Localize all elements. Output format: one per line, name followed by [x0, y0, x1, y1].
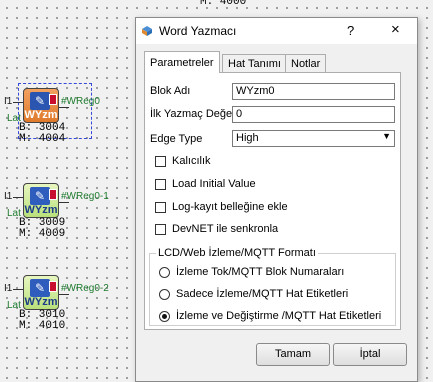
edit-icon: ✎ — [30, 92, 50, 110]
block-output-tag[interactable]: #WReg0-1 — [61, 191, 109, 202]
pin-i1-label[interactable]: I1 — [4, 283, 12, 294]
pin-i1-label[interactable]: I1 — [4, 96, 12, 107]
edit-icon: ✎ — [30, 187, 50, 205]
close-button[interactable]: × — [391, 21, 400, 38]
block-m-address: M: 4004 — [19, 133, 66, 145]
edit-icon: ✎ — [30, 279, 50, 297]
canvas-top-label: M: 4000 — [200, 0, 247, 8]
ilk-yazmac-input[interactable]: 0 — [232, 106, 395, 123]
cancel-button[interactable]: İptal — [333, 343, 407, 366]
radio-dot-selected[interactable] — [159, 311, 170, 322]
block-m-address: M: 4009 — [19, 228, 66, 240]
checkbox-box[interactable] — [155, 179, 166, 190]
function-block-wyzm2[interactable]: I1 Lat ✎ WYzm #WReg0-2 B: 3010 M: 4010 — [4, 270, 109, 340]
radio-label: İzleme ve Değiştirme /MQTT Hat Etiketler… — [176, 310, 382, 322]
radio-label: Sadece İzleme/MQTT Hat Etiketleri — [176, 288, 349, 300]
checkbox-label: DevNET ile senkronla — [172, 223, 279, 235]
edge-type-select[interactable]: High ▼ — [232, 130, 395, 147]
radio-label: İzleme Tok/MQTT Blok Numaraları — [176, 266, 345, 278]
tab-parametreler[interactable]: Parametreler — [144, 51, 220, 73]
block-body[interactable]: ✎ WYzm — [23, 183, 59, 218]
tab-notlar[interactable]: Notlar — [285, 54, 327, 73]
block-title: WYzm — [24, 204, 58, 216]
dropdown-arrow-icon[interactable]: ▼ — [382, 131, 391, 141]
radio-dot[interactable] — [159, 289, 170, 300]
block-flag-icon — [49, 189, 57, 200]
checkbox-label: Kalıcılık — [172, 155, 211, 167]
checkbox-box[interactable] — [155, 202, 166, 213]
block-address-info: B: 3004 M: 4004 — [19, 123, 65, 145]
block-m-address: M: 4010 — [19, 320, 66, 332]
dialog-title: Word Yazmacı — [159, 24, 237, 38]
dialog-titlebar[interactable]: Word Yazmacı ? × — [136, 18, 417, 44]
app-icon — [142, 26, 152, 36]
word-register-dialog: Word Yazmacı ? × Parametreler Hat Tanımı… — [135, 17, 418, 382]
block-title: WYzm — [24, 296, 58, 308]
block-body[interactable]: ✎ WYzm — [23, 88, 59, 123]
group-legend: LCD/Web İzleme/MQTT Formatı — [156, 247, 318, 259]
blok-adi-input[interactable]: WYzm0 — [232, 83, 395, 100]
edge-type-value: High — [236, 132, 259, 144]
block-address-info: B: 3010 M: 4010 — [19, 310, 65, 332]
blok-adi-label: Blok Adı — [150, 85, 191, 97]
edge-type-label: Edge Type — [150, 133, 203, 145]
display-format-group: LCD/Web İzleme/MQTT Formatı İzleme Tok/M… — [149, 247, 396, 326]
radio-dot[interactable] — [159, 267, 170, 278]
block-body[interactable]: ✎ WYzm — [23, 275, 59, 310]
block-flag-icon — [49, 94, 57, 105]
block-flag-icon — [49, 281, 57, 292]
block-address-info: B: 3009 M: 4009 — [19, 218, 65, 240]
checkbox-label: Load Initial Value — [172, 178, 256, 190]
block-title: WYzm — [24, 109, 58, 121]
checkbox-box[interactable] — [155, 156, 166, 167]
function-block-wyzm0[interactable]: I1 Lat ✎ WYzm #WReg0 B: 3004 M: 4004 — [4, 83, 104, 153]
checkbox-box[interactable] — [155, 224, 166, 235]
ok-button[interactable]: Tamam — [256, 343, 330, 366]
output-wire — [59, 107, 69, 108]
block-output-tag[interactable]: #WReg0 — [61, 96, 100, 107]
output-wire — [59, 294, 69, 295]
tab-hat-tanimi[interactable]: Hat Tanımı — [222, 54, 287, 73]
output-wire — [59, 202, 69, 203]
parameters-panel: Blok Adı WYzm0 İlk Yazmaç Değeri 0 Edge … — [144, 72, 401, 330]
help-button[interactable]: ? — [347, 23, 354, 38]
ilk-yazmac-label: İlk Yazmaç Değeri — [150, 108, 239, 120]
block-output-tag[interactable]: #WReg0-2 — [61, 283, 109, 294]
pin-i1-label[interactable]: I1 — [4, 191, 12, 202]
checkbox-label: Log-kayıt belleğine ekle — [172, 201, 288, 213]
function-block-wyzm1[interactable]: I1 Lat ✎ WYzm #WReg0-1 B: 3009 M: 4009 — [4, 178, 109, 248]
